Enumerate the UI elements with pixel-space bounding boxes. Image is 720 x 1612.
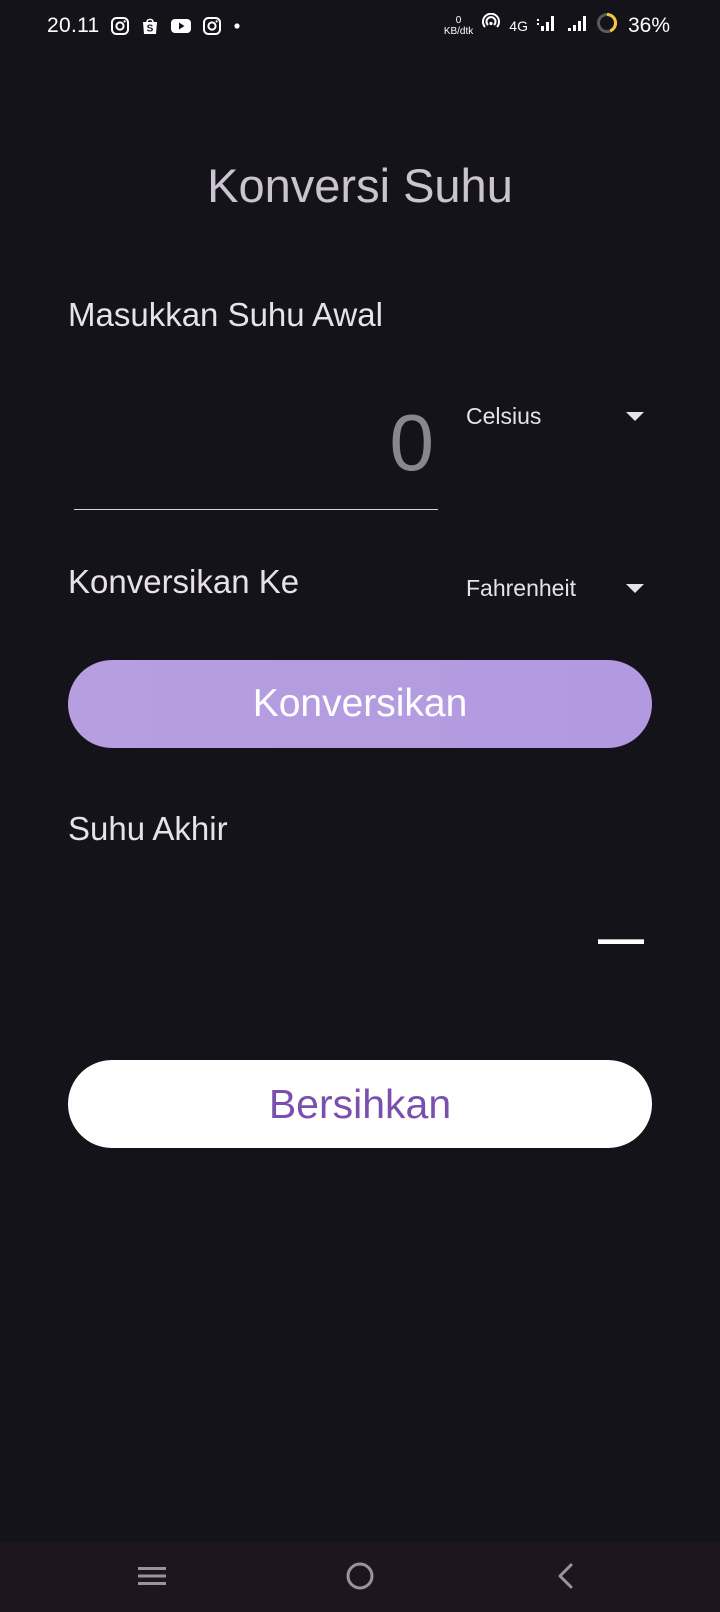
youtube-icon <box>170 16 192 36</box>
back-button[interactable] <box>546 1560 586 1596</box>
input-label: Masukkan Suhu Awal <box>68 296 383 333</box>
home-icon <box>344 1560 376 1597</box>
from-unit-dropdown[interactable]: Celsius <box>466 396 650 436</box>
battery-icon <box>596 12 618 39</box>
status-bar: 20.11 S 0 KB/dtk 4G 36% <box>0 0 720 54</box>
network-speed: 0 KB/dtk <box>444 15 473 37</box>
signal-icon <box>566 13 588 38</box>
svg-text:S: S <box>147 24 154 35</box>
menu-icon <box>136 1563 168 1594</box>
network-speed-value: 0 <box>455 14 462 26</box>
recent-apps-button[interactable] <box>132 1560 172 1596</box>
convert-to-label: Konversikan Ke <box>68 563 300 600</box>
notification-icons: S <box>110 16 242 36</box>
clear-button[interactable]: Bersihkan <box>68 1060 652 1148</box>
instagram-icon <box>110 16 130 36</box>
result-value: — <box>598 912 644 964</box>
dropdown-arrow-icon <box>626 411 644 421</box>
hotspot-icon <box>481 12 501 38</box>
from-unit-value: Celsius <box>466 402 542 429</box>
network-type: 4G <box>509 17 528 34</box>
instagram-icon <box>202 16 222 36</box>
dot-icon <box>232 16 242 36</box>
navigation-bar <box>0 1542 720 1612</box>
shopee-icon: S <box>140 16 160 36</box>
battery-percent: 36% <box>627 13 670 37</box>
page-title: Konversi Suhu <box>207 159 513 212</box>
result-label: Suhu Akhir <box>68 810 228 847</box>
temperature-input[interactable] <box>74 386 438 510</box>
dropdown-arrow-icon <box>626 583 644 593</box>
network-speed-unit: KB/dtk <box>443 25 474 37</box>
convert-button[interactable]: Konversikan <box>68 660 652 748</box>
to-unit-dropdown[interactable]: Fahrenheit <box>466 568 650 608</box>
to-unit-value: Fahrenheit <box>466 574 576 601</box>
status-indicators: 0 KB/dtk 4G 36% <box>444 12 670 39</box>
home-button[interactable] <box>340 1560 380 1596</box>
back-icon <box>552 1561 580 1596</box>
status-time: 20.11 <box>47 14 100 37</box>
signal-icon <box>536 13 558 38</box>
